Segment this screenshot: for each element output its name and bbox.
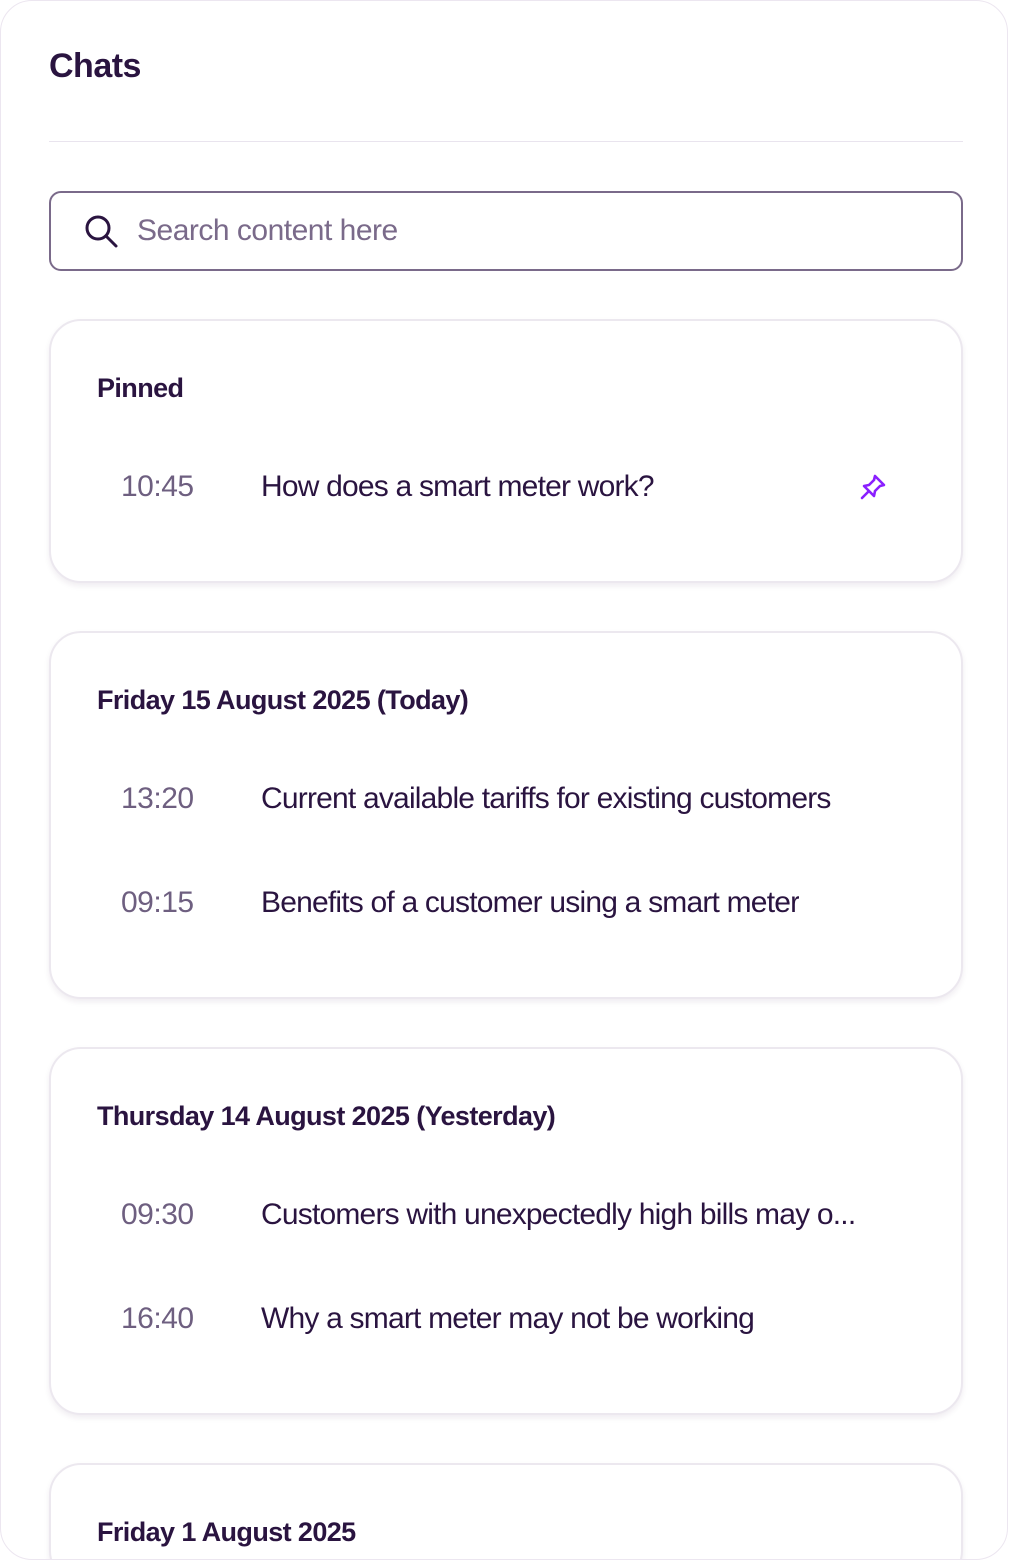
chat-title: How does a smart meter work? — [261, 470, 654, 503]
chat-time: 13:20 — [121, 782, 194, 815]
chat-time: 10:45 — [121, 470, 194, 503]
divider — [49, 141, 963, 142]
search-icon — [83, 213, 119, 249]
pinned-group: Pinned 10:45 How does a smart meter work… — [49, 319, 963, 583]
chat-time: 16:40 — [121, 1302, 194, 1335]
page-title: Chats — [49, 47, 141, 85]
yesterday-group: Thursday 14 August 2025 (Yesterday) 09:3… — [49, 1047, 963, 1415]
chat-title: Current available tariffs for existing c… — [261, 782, 831, 815]
august-1-group: Friday 1 August 2025 — [49, 1463, 963, 1559]
chat-item[interactable]: 09:30 Customers with unexpectedly high b… — [97, 1185, 915, 1245]
search-input[interactable] — [135, 213, 899, 249]
chat-title: Customers with unexpectedly high bills m… — [261, 1198, 856, 1231]
chat-title: Why a smart meter may not be working — [261, 1302, 755, 1335]
chat-time: 09:30 — [121, 1198, 194, 1231]
chat-title: Benefits of a customer using a smart met… — [261, 886, 800, 919]
chat-item[interactable]: 09:15 Benefits of a customer using a sma… — [97, 873, 915, 933]
chat-item[interactable]: 10:45 How does a smart meter work? — [97, 457, 915, 517]
chat-item[interactable]: 13:20 Current available tariffs for exis… — [97, 769, 915, 829]
group-heading: Thursday 14 August 2025 (Yesterday) — [97, 1101, 556, 1131]
today-group: Friday 15 August 2025 (Today) 13:20 Curr… — [49, 631, 963, 999]
group-heading: Pinned — [97, 373, 184, 403]
pin-icon[interactable] — [859, 473, 887, 501]
chats-panel: Chats Pinned 10:45 How does a smart mete… — [0, 0, 1008, 1560]
group-heading: Friday 15 August 2025 (Today) — [97, 685, 469, 715]
search-box[interactable] — [49, 191, 963, 271]
group-heading: Friday 1 August 2025 — [97, 1517, 356, 1547]
chat-item[interactable]: 16:40 Why a smart meter may not be worki… — [97, 1289, 915, 1349]
chat-time: 09:15 — [121, 886, 194, 919]
